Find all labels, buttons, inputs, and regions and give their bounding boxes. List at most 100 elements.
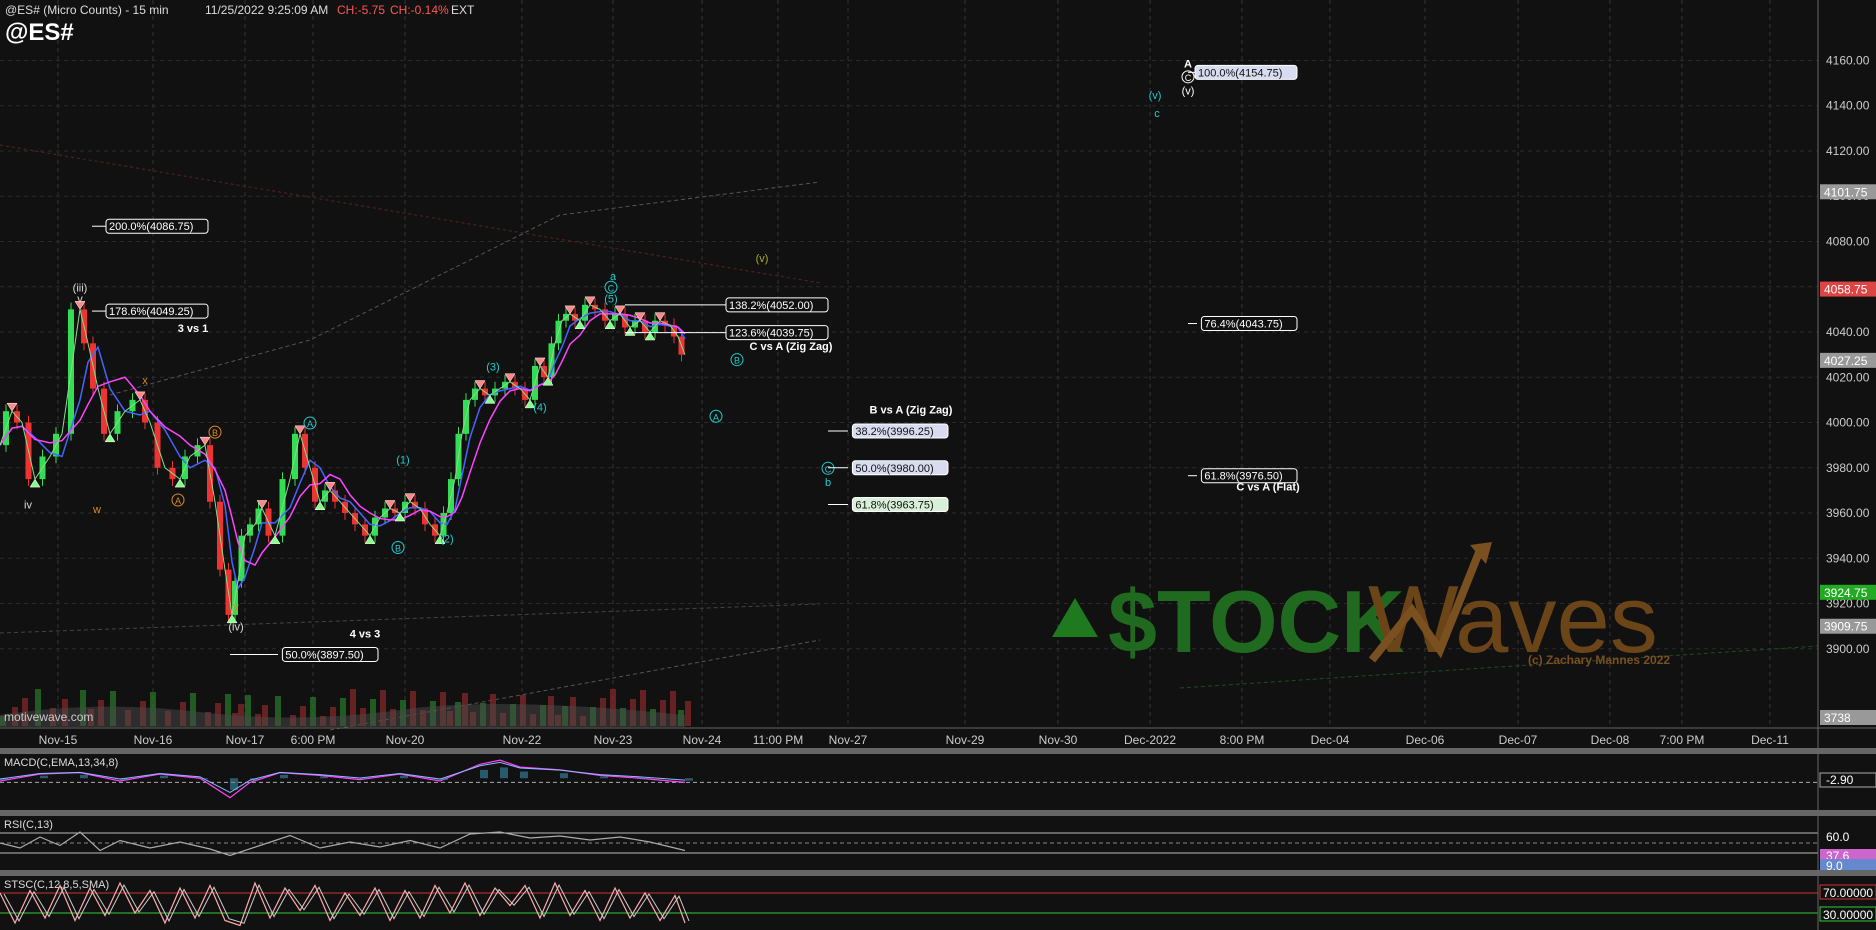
fib-label: 200.0%(4086.75) (109, 221, 193, 233)
macd-histogram-bar (480, 769, 488, 779)
wave-label: (5) (604, 294, 617, 306)
stsc-marker-label: 70.00000 (1823, 886, 1873, 900)
y-tick-label: 3940.00 (1826, 551, 1870, 565)
x-tick-label: Nov-24 (683, 733, 722, 747)
x-tick-label: Nov-22 (503, 733, 542, 747)
big-symbol-label: @ES# (5, 19, 74, 46)
source-watermark: motivewave.com (4, 710, 93, 724)
wave-label: A (713, 412, 719, 422)
wave-label: C (608, 283, 615, 293)
x-tick-label: 8:00 PM (1220, 733, 1265, 747)
x-tick-label: 6:00 PM (291, 733, 336, 747)
wave-label: C (1185, 73, 1192, 83)
wave-label: B (734, 356, 740, 366)
annotation-label: 3 vs 1 (178, 323, 209, 335)
annotation-label: C vs A (Flat) (1236, 481, 1300, 493)
y-tick-label: 4120.00 (1826, 144, 1870, 158)
wave-label: C (825, 464, 832, 474)
y-tick-label: 4040.00 (1826, 325, 1870, 339)
wave-label: (iii) (73, 282, 88, 294)
wave-label: (v) (1149, 90, 1162, 102)
x-tick-label: Dec-06 (1406, 733, 1445, 747)
chart-canvas[interactable]: $TOCK Waves (iii)viv wxBA(iv)yA(1)B(2)(3)… (0, 0, 1876, 930)
price-marker-label: 4058.75 (1824, 283, 1868, 297)
x-tick-label: 11:00 PM (753, 733, 803, 747)
symbol-label: @ES# (Micro Counts) - 15 min (5, 3, 169, 17)
session-label: EXT (451, 3, 475, 17)
fib-label: 50.0%(3980.00) (855, 463, 933, 475)
x-tick-label: Dec-07 (1499, 733, 1538, 747)
x-tick-label: Nov-16 (134, 733, 173, 747)
change-pct-label: CH:-0.14% (390, 3, 449, 17)
change-label: CH:-5.75 (337, 3, 385, 17)
panel-title: MACD(C,EMA,13,34,8) (4, 757, 118, 769)
panel-separator (0, 748, 1876, 754)
macd-histogram-bar (520, 771, 528, 779)
x-tick-label: Nov-23 (594, 733, 633, 747)
x-tick-label: Nov-27 (829, 733, 868, 747)
fib-label: 61.8%(3963.75) (855, 500, 933, 512)
stsc-marker-label: 30.00000 (1823, 908, 1873, 922)
y-tick-label: 3980.00 (1826, 461, 1870, 475)
rsi-marker-label: 60.0 (1826, 830, 1850, 844)
annotation-label: C vs A (Zig Zag) (750, 341, 833, 353)
wave-label: (iv) (228, 622, 243, 634)
fib-label: 138.2%(4052.00) (729, 300, 813, 312)
wave-label: iv (24, 500, 32, 512)
y-tick-label: 3900.00 (1826, 642, 1870, 656)
annotation-label: B vs A (Zig Zag) (870, 404, 953, 416)
panel-title: STSC(C,12,8,5,SMA) (4, 879, 109, 891)
macd-histogram-bar (360, 778, 368, 780)
y-tick-label: 4000.00 (1826, 416, 1870, 430)
x-tick-label: Nov-15 (39, 733, 78, 747)
x-tick-label: Dec-04 (1311, 733, 1350, 747)
fib-label: 100.0%(4154.75) (1198, 67, 1282, 79)
wave-label: w (92, 504, 101, 516)
wave-label: c (1154, 108, 1160, 120)
wave-label: a (610, 271, 617, 283)
fib-label: 178.6%(4049.25) (109, 306, 193, 318)
macd-histogram-bar (560, 773, 568, 779)
panel-separator (0, 810, 1876, 816)
fib-label: 50.0%(3897.50) (285, 649, 363, 661)
copyright-label: (c) Zachary Mannes 2022 (1528, 653, 1670, 667)
x-tick-label: Nov-20 (386, 733, 425, 747)
macd-histogram-bar (400, 775, 408, 779)
macd-histogram-bar (500, 767, 508, 779)
volume-bar (685, 701, 691, 726)
wave-label: x (142, 375, 148, 387)
y-tick-label: 4020.00 (1826, 370, 1870, 384)
x-tick-label: Dec-11 (1751, 733, 1789, 747)
price-marker-label: 4027.25 (1824, 354, 1868, 368)
price-marker-label: 3738 (1824, 711, 1851, 725)
y-tick-label: 3960.00 (1826, 506, 1870, 520)
fib-label: 123.6%(4039.75) (729, 328, 813, 340)
macd-marker-label: -2.90 (1826, 773, 1854, 787)
panel-title: RSI(C,13) (4, 819, 53, 831)
y-tick-label: 4160.00 (1826, 53, 1870, 67)
wave-label: y (233, 601, 239, 613)
macd-histogram-bar (320, 776, 328, 779)
price-marker-label: 3909.75 (1824, 620, 1868, 634)
wave-label: B (212, 428, 218, 438)
price-marker-label: 4101.75 (1824, 185, 1868, 199)
macd-histogram-bar (80, 774, 88, 779)
macd-histogram-bar (640, 778, 648, 780)
x-tick-label: Nov-30 (1039, 733, 1078, 747)
datetime-label: 11/25/2022 9:25:09 AM (205, 3, 328, 17)
annotation-label: 4 vs 3 (350, 628, 381, 640)
y-tick-label: 4140.00 (1826, 99, 1870, 113)
macd-histogram-bar (280, 774, 288, 779)
wave-label: (3) (486, 361, 499, 373)
wave-label: (v) (1182, 85, 1195, 97)
x-tick-label: Dec-08 (1591, 733, 1630, 747)
wave-label: B (395, 544, 401, 554)
macd-histogram-bar (40, 775, 48, 779)
wave-label: b (825, 477, 831, 489)
x-tick-label: Nov-29 (946, 733, 985, 747)
logo-wordmark-stock: $TOCK (1108, 572, 1405, 671)
wave-label: A (1184, 58, 1192, 70)
y-tick-label: 4080.00 (1826, 234, 1870, 248)
wave-label: A (175, 496, 181, 506)
panel-separator (0, 870, 1876, 876)
